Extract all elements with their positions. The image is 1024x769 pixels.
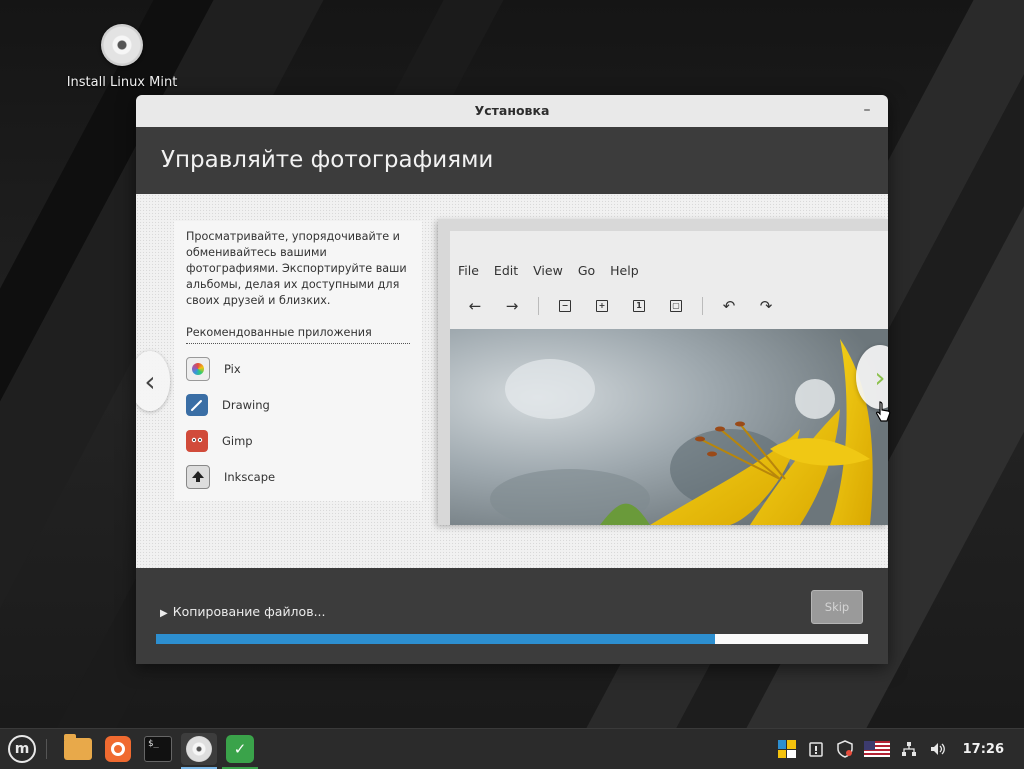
install-linux-mint-desktop-icon[interactable]: Install Linux Mint <box>62 24 182 90</box>
zoom-fit-icon: ▢ <box>665 295 687 317</box>
disc-icon <box>101 24 143 66</box>
linux-mint-logo-icon: m <box>8 735 36 763</box>
previous-slide-button[interactable]: ‹ <box>136 351 170 411</box>
app-name: Drawing <box>222 398 270 412</box>
preview-toolbar: ← → − + 1 ▢ ↶ ↷ <box>464 295 792 317</box>
app-item-gimp: Gimp <box>186 423 410 459</box>
zoom-in-icon: + <box>591 295 613 317</box>
inkscape-icon <box>186 465 210 489</box>
taskbar: m $_ ✓ 17:26 <box>0 728 1024 769</box>
mouse-pointer-icon <box>876 401 891 422</box>
lily-photo <box>450 329 888 525</box>
zoom-out-icon: − <box>554 295 576 317</box>
clock[interactable]: 17:26 <box>963 742 1004 757</box>
files-launcher[interactable] <box>62 733 94 765</box>
toolbar-separator <box>702 297 703 315</box>
preview-menu-help: Help <box>610 263 639 278</box>
install-progress-fill <box>156 634 715 644</box>
folder-icon <box>64 734 92 760</box>
slide-text-card: Просматривайте, упорядочивайте и обменив… <box>174 221 422 501</box>
rotate-right-icon: ↷ <box>759 297 773 315</box>
start-menu-button[interactable]: m <box>6 733 38 765</box>
window-titlebar[interactable]: Установка – <box>136 95 888 127</box>
disc-icon <box>186 736 212 762</box>
taskbar-separator <box>46 739 47 759</box>
preview-menubar: File Edit View Go Help <box>458 263 654 278</box>
install-status-footer: ▶ Копирование файлов... Skip <box>136 568 888 664</box>
back-arrow-icon: ← <box>468 297 482 315</box>
slide-description: Просматривайте, упорядочивайте и обменив… <box>186 230 407 307</box>
skip-button[interactable]: Skip <box>811 590 863 624</box>
app-item-drawing: Drawing <box>186 387 410 423</box>
notifications-icon[interactable] <box>806 739 826 759</box>
shield-icon: ✓ <box>226 735 254 763</box>
preview-window: File Edit View Go Help ← → − + 1 ▢ ↶ ↷ <box>450 231 888 525</box>
window-title: Установка <box>474 103 550 118</box>
preview-menu-view: View <box>533 263 563 278</box>
update-shield-icon[interactable] <box>835 739 855 759</box>
app-name: Inkscape <box>224 470 276 484</box>
terminal-icon: $_ <box>144 736 172 762</box>
installer-window: Установка – Управляйте фотографиями Прос… <box>136 95 888 664</box>
rotate-left-icon: ↶ <box>722 297 736 315</box>
firefox-icon <box>105 736 131 762</box>
gimp-icon <box>186 430 208 452</box>
slideshow-content: Просматривайте, упорядочивайте и обменив… <box>136 194 888 568</box>
minimize-button[interactable]: – <box>856 95 878 127</box>
install-status-text: Копирование файлов... <box>172 604 326 619</box>
expand-triangle-icon: ▶ <box>160 608 168 619</box>
volume-icon[interactable] <box>928 739 948 759</box>
slide-header: Управляйте фотографиями <box>136 127 888 194</box>
network-icon[interactable] <box>899 739 919 759</box>
recommended-apps-list: Pix Drawing Gimp Inkscape <box>186 351 410 495</box>
xapp-status-icon[interactable] <box>777 739 797 759</box>
firefox-launcher[interactable] <box>102 733 134 765</box>
preview-menu-file: File <box>458 263 479 278</box>
desktop-icon-label: Install Linux Mint <box>66 75 178 90</box>
install-progress-bar <box>156 634 868 644</box>
app-item-pix: Pix <box>186 351 410 387</box>
terminal-launcher[interactable]: $_ <box>142 733 174 765</box>
app-screenshot-preview: File Edit View Go Help ← → − + 1 ▢ ↶ ↷ <box>438 219 888 525</box>
app-name: Gimp <box>222 434 253 448</box>
drawing-icon <box>186 394 208 416</box>
installer-taskbar-button[interactable] <box>181 733 217 765</box>
recommended-apps-title: Рекомендованные приложения <box>186 326 410 344</box>
pix-icon <box>186 357 210 381</box>
update-manager-taskbar-button[interactable]: ✓ <box>222 733 258 765</box>
preview-menu-go: Go <box>577 263 596 278</box>
toolbar-separator <box>538 297 539 315</box>
app-name: Pix <box>224 362 241 376</box>
app-item-inkscape: Inkscape <box>186 459 410 495</box>
preview-menu-edit: Edit <box>493 263 519 278</box>
install-status[interactable]: ▶ Копирование файлов... <box>160 604 326 619</box>
forward-arrow-icon: → <box>505 297 519 315</box>
system-tray: 17:26 <box>777 729 1024 769</box>
us-flag-keyboard-layout-icon[interactable] <box>863 741 890 757</box>
zoom-normal-icon: 1 <box>628 295 650 317</box>
